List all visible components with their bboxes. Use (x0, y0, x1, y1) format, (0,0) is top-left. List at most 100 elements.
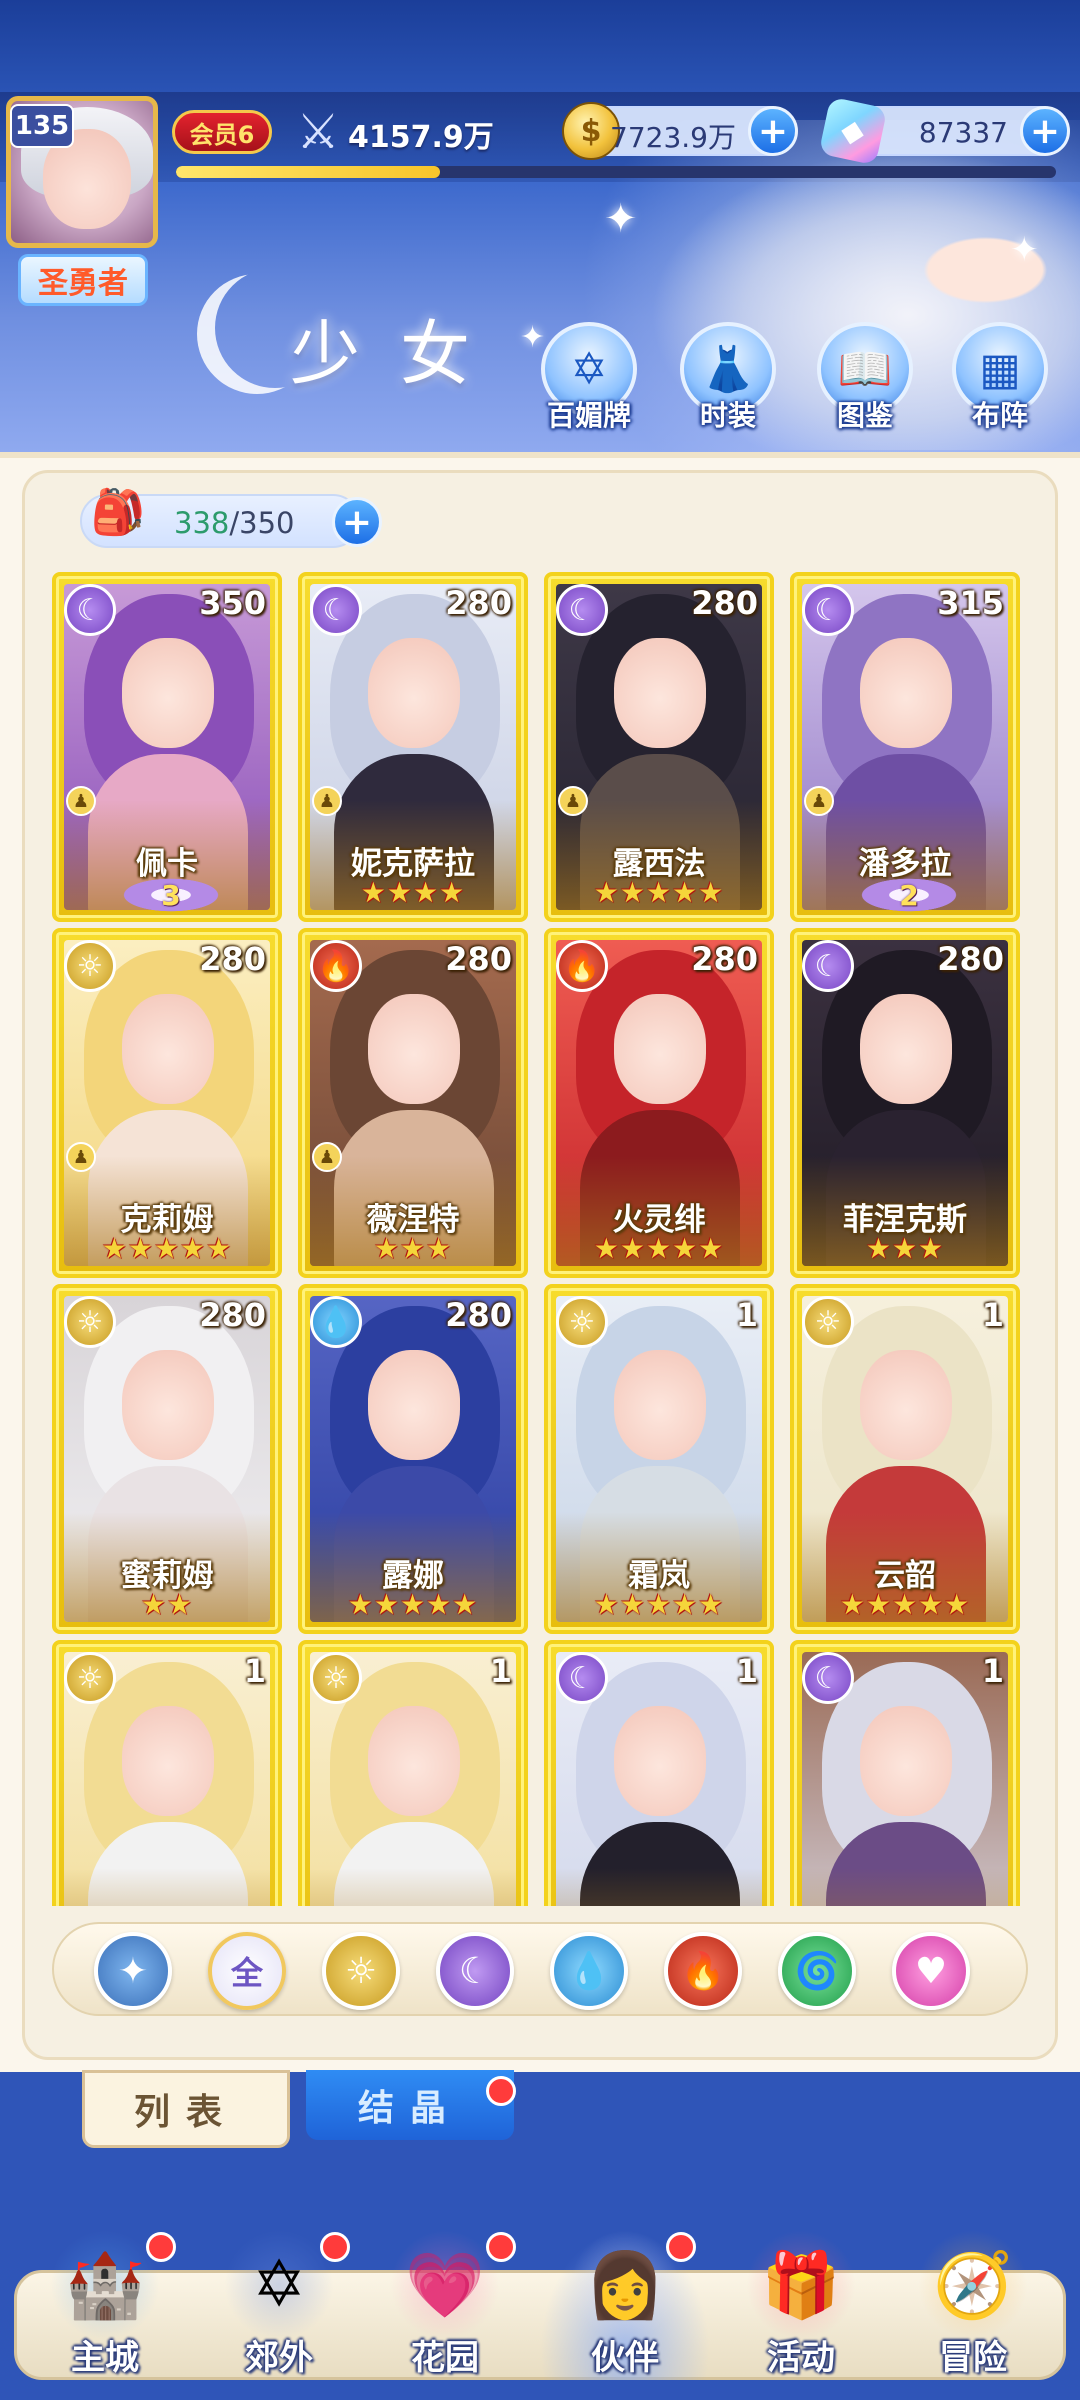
portrait-face (614, 994, 706, 1104)
star-rating: ★★ (140, 1588, 194, 1621)
nav-outfit-button[interactable]: 👗 时装 (672, 322, 784, 434)
portrait-shade (556, 1868, 762, 1906)
bottom-nav-heart-garden[interactable]: 💗 花园 (360, 2230, 530, 2380)
nav-formation-label: 布阵 (971, 399, 1028, 432)
star-compass-icon[interactable]: ✦ (94, 1932, 172, 2010)
gold-amount: 7723.9万 (610, 121, 736, 154)
chess-pawn-icon: ♟ (312, 786, 342, 816)
character-card[interactable]: ☼ 1 (52, 1640, 282, 1906)
portal-icon: ✡ (224, 2230, 334, 2340)
crystal-notification-dot (486, 2076, 516, 2106)
vip-badge[interactable]: 会员6 (172, 110, 272, 154)
portrait-face (614, 1706, 706, 1816)
shard-count: 1 (981, 1652, 1004, 1690)
sun-element-icon[interactable]: ☼ (322, 1932, 400, 2010)
portrait-face (122, 994, 214, 1104)
shard-count: 1 (489, 1652, 512, 1690)
chess-pawn-icon: ♟ (66, 1142, 96, 1172)
nav-cards-button[interactable]: ✡ 百媚牌 (533, 322, 645, 434)
character-card[interactable]: ☾ 280 菲涅克斯 ★★★ (790, 928, 1020, 1278)
character-card[interactable]: ☼ 280 ♟ 克莉姆 ★★★★★ (52, 928, 282, 1278)
heart-element-icon[interactable]: ♥ (892, 1932, 970, 2010)
bottom-nav-label: 主城 (71, 2338, 139, 2378)
star-rating: ★★★ (373, 1232, 453, 1265)
nav-cards-label: 百媚牌 (546, 399, 631, 432)
all-filter-icon[interactable]: 全 (208, 1932, 286, 2010)
portrait-face (368, 994, 460, 1104)
character-card[interactable]: ☼ 1 (298, 1640, 528, 1906)
shard-count: 280 (691, 940, 758, 978)
moon-element-icon: ☾ (556, 584, 608, 636)
add-gold-button[interactable]: + (748, 106, 798, 156)
star-rating: ★★★★ (360, 876, 466, 909)
portrait-face (860, 1350, 952, 1460)
character-card[interactable]: ☾ 1 (790, 1640, 1020, 1906)
star-rating: ★★★ (865, 1232, 945, 1265)
sun-element-icon: ☼ (556, 1296, 608, 1348)
character-card[interactable]: ☾ 315 ♟ 潘多拉 2 (790, 572, 1020, 922)
sun-element-icon: ☼ (310, 1652, 362, 1704)
sun-element-icon: ☼ (64, 1296, 116, 1348)
star-rating: ★★★★★ (593, 1232, 725, 1265)
tab-crystal[interactable]: 结晶 (306, 2070, 514, 2140)
character-card[interactable]: ☾ 280 ♟ 妮克萨拉 ★★★★ (298, 572, 528, 922)
star-rating: ★★★★★ (839, 1588, 971, 1621)
fire-element-icon: 🔥 (310, 940, 362, 992)
nav-codex-label: 图鉴 (836, 399, 893, 432)
fire-element-icon[interactable]: 🔥 (664, 1932, 742, 2010)
nav-formation-button[interactable]: ▦ 布阵 (944, 322, 1056, 434)
character-card[interactable]: ☾ 350 ♟ 佩卡 3 (52, 572, 282, 922)
character-card[interactable]: 🔥 280 ♟ 薇涅特 ★★★ (298, 928, 528, 1278)
chess-pawn-icon: ♟ (312, 1142, 342, 1172)
star-rating: ★★★★★ (101, 1232, 233, 1265)
gold-currency: $ 7723.9万 + (562, 102, 798, 160)
shard-count: 315 (937, 584, 1004, 622)
bottom-nav-gift[interactable]: 🎁 活动 (716, 2230, 886, 2380)
notification-dot (486, 2232, 516, 2262)
gem-currency: ◆ 87337 + (818, 96, 1070, 166)
moon-element-icon: ☾ (802, 584, 854, 636)
character-card[interactable]: ☾ 280 ♟ 露西法 ★★★★★ (544, 572, 774, 922)
moon-element-icon: ☾ (802, 940, 854, 992)
gift-icon: 🎁 (746, 2230, 856, 2340)
character-card[interactable]: ☾ 1 (544, 1640, 774, 1906)
character-card[interactable]: ☼ 280 蜜莉姆 ★★ (52, 1284, 282, 1634)
shard-count: 1 (735, 1652, 758, 1690)
shard-count: 1 (243, 1652, 266, 1690)
tab-list[interactable]: 列表 (82, 2070, 290, 2148)
bottom-nav-castle[interactable]: 🏰 主城 (20, 2230, 190, 2380)
character-card[interactable]: ☼ 1 云韶 ★★★★★ (790, 1284, 1020, 1634)
capacity-text: 338/350 (174, 506, 294, 540)
castle-icon: 🏰 (50, 2230, 160, 2340)
element-filter-bar: ✦ 全 ☼ ☾ 💧 🔥 🌀 ♥ (52, 1922, 1028, 2016)
character-card[interactable]: 🔥 280 火灵绯 ★★★★★ (544, 928, 774, 1278)
notification-dot (146, 2232, 176, 2262)
bottom-nav-partner[interactable]: 👩 伙伴 (540, 2230, 710, 2380)
bottom-nav-compass[interactable]: 🧭 冒险 (888, 2230, 1058, 2380)
exp-progress-fill (176, 166, 440, 178)
moon-element-icon: ☾ (556, 1652, 608, 1704)
character-card[interactable]: ☼ 1 霜岚 ★★★★★ (544, 1284, 774, 1634)
chess-pawn-icon: ♟ (66, 786, 96, 816)
bottom-nav-label: 伙伴 (591, 2338, 659, 2378)
star-rating: ★★★★★ (347, 1588, 479, 1621)
moon-element-icon: ☾ (310, 584, 362, 636)
portrait-face (122, 1350, 214, 1460)
portrait-shade (802, 1868, 1008, 1906)
water-element-icon[interactable]: 💧 (550, 1932, 628, 2010)
player-title-badge[interactable]: 圣勇者 (18, 254, 148, 306)
portrait-face (122, 1706, 214, 1816)
sun-element-icon: ☼ (802, 1296, 854, 1348)
sparkle-icon: ✦ (604, 196, 638, 242)
bottom-nav-portal[interactable]: ✡ 郊外 (194, 2230, 364, 2380)
character-card[interactable]: 💧 280 露娜 ★★★★★ (298, 1284, 528, 1634)
portrait-face (860, 1706, 952, 1816)
combat-power: 4157.9万 (348, 120, 494, 155)
nav-codex-button[interactable]: 📖 图鉴 (809, 322, 921, 434)
expand-capacity-button[interactable]: + (332, 497, 382, 547)
moon-element-icon[interactable]: ☾ (436, 1932, 514, 2010)
fire-element-icon: 🔥 (556, 940, 608, 992)
partner-icon: 👩 (570, 2230, 680, 2340)
wind-element-icon[interactable]: 🌀 (778, 1932, 856, 2010)
add-gem-button[interactable]: + (1020, 106, 1070, 156)
